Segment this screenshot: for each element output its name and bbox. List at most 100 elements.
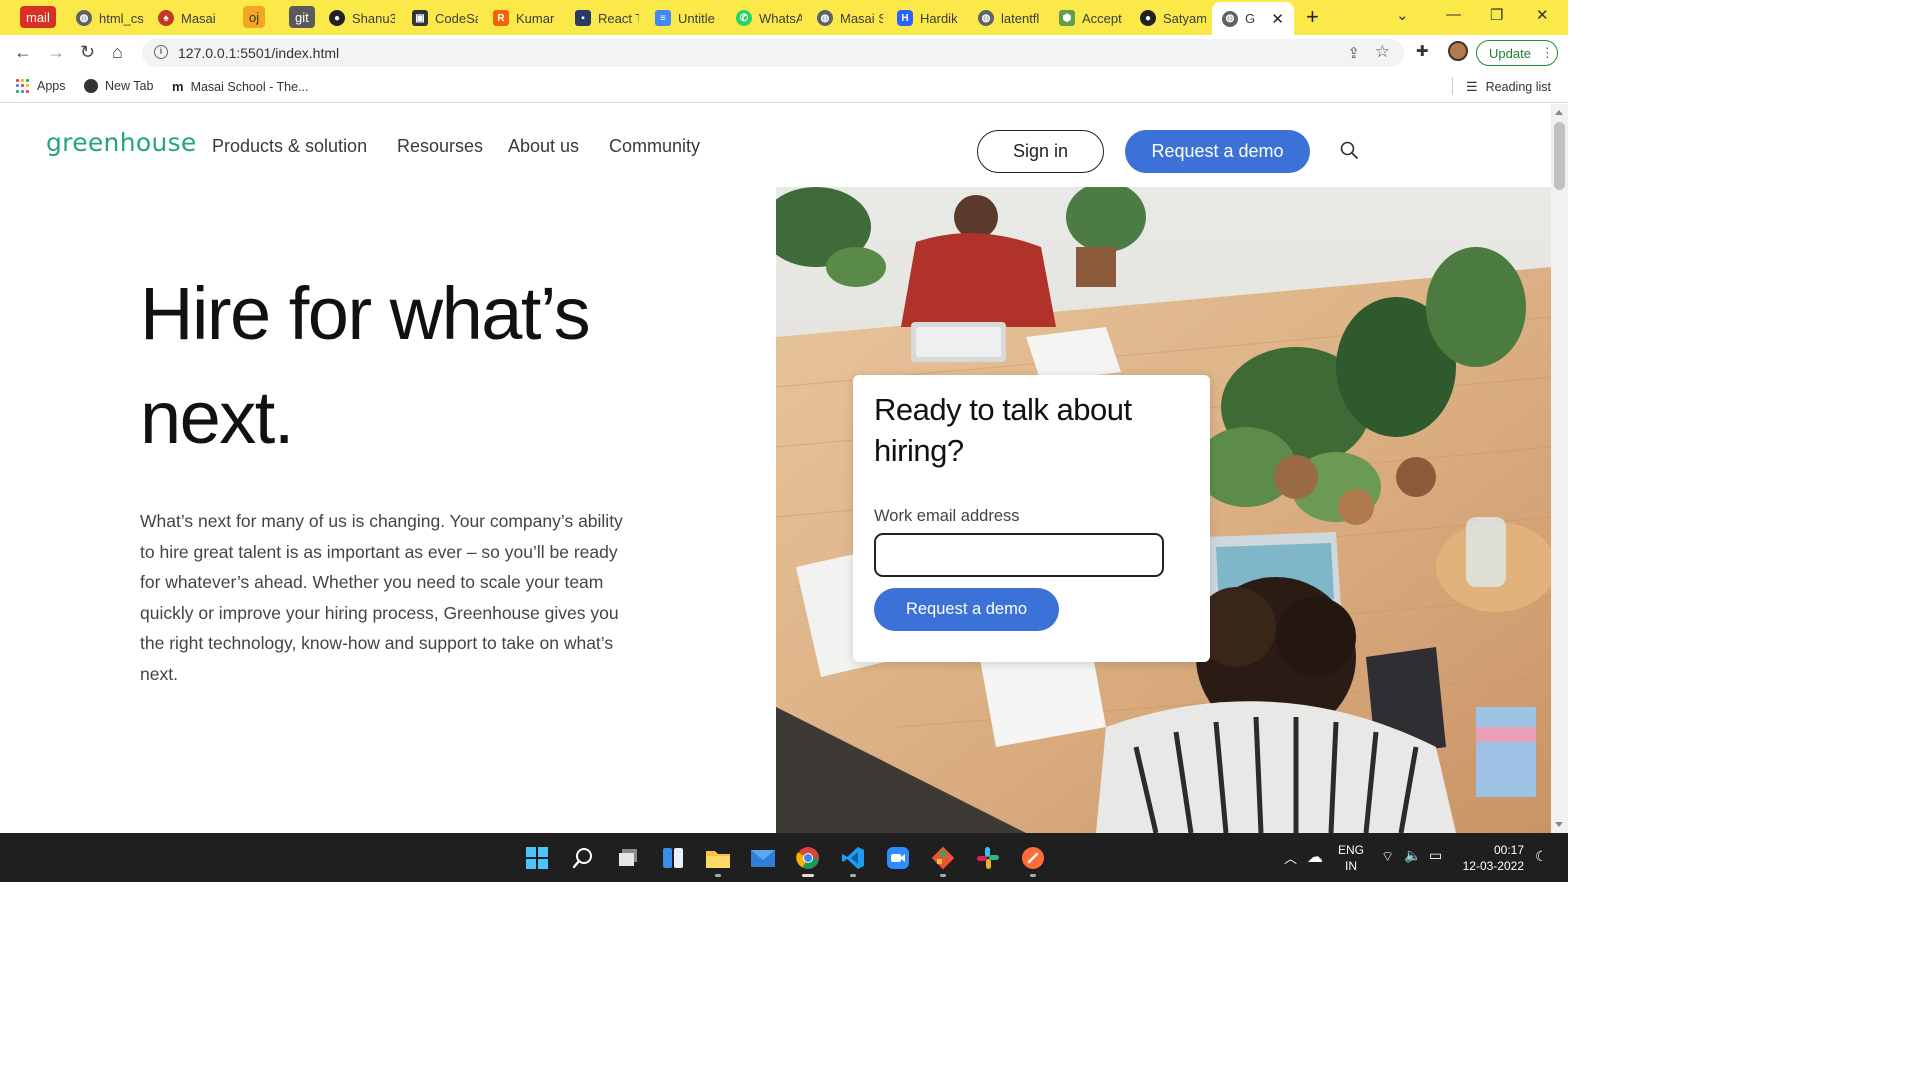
system-clock[interactable]: 00:17 12-03-2022 [1460,842,1524,874]
node-icon: ⬢ [1059,10,1075,26]
home-icon[interactable]: ⌂ [112,42,123,63]
tab-search-chevron-icon[interactable]: ⌄ [1396,6,1409,24]
github-icon: ● [1140,10,1156,26]
running-indicator [1030,874,1036,877]
address-bar[interactable]: i 127.0.0.1:5501/index.html ⇪ ☆ [142,39,1404,67]
card-title: Ready to talk about hiring? [874,392,1132,468]
tab-untitled-doc[interactable]: ≡ Untitle [655,5,719,31]
reading-list[interactable]: ☰ Reading list [1452,77,1551,95]
bookmark-apps[interactable]: Apps [16,79,66,93]
mail-icon[interactable] [750,845,776,871]
globe-icon: ◍ [1222,10,1238,27]
reload-icon[interactable]: ↻ [80,42,95,63]
windows-taskbar: ︿ ☁ ENG IN ⌔ 🔈 ▭ 00:17 12-03-2022 ☾ [0,833,1568,882]
page-scrollbar[interactable] [1551,104,1568,833]
hashnode-icon: H [897,10,913,26]
profile-avatar[interactable] [1448,41,1468,61]
scroll-up-arrow-icon[interactable] [1555,110,1563,115]
minimize-icon[interactable]: — [1446,6,1461,23]
language-indicator[interactable]: ENG IN [1338,842,1364,874]
tab-codesandbox[interactable]: ▣ CodeSa [412,5,478,31]
bookmark-star-icon[interactable]: ☆ [1375,42,1390,62]
tab-mail[interactable]: mail [20,6,56,28]
hero-paragraph: What’s next for many of us is changing. … [140,511,623,684]
scroll-down-arrow-icon[interactable] [1555,822,1563,827]
slack-icon[interactable] [975,845,1001,871]
masai-m-icon: m [172,79,184,94]
share-icon[interactable]: ⇪ [1347,44,1360,62]
tab-whatsapp[interactable]: ✆ WhatsA [736,5,802,31]
tab-hardik[interactable]: H Hardik [897,5,963,31]
back-arrow-icon[interactable]: ← [14,42,32,63]
windows-start-icon[interactable] [524,845,550,871]
tab-html-cs[interactable]: ◍ html_cs [76,5,146,31]
postman-icon[interactable] [1020,845,1046,877]
nav-products[interactable]: Products & solution [212,136,367,157]
nav-resources[interactable]: Resourses [397,136,483,157]
search-icon[interactable] [1340,141,1358,159]
notifications-icon[interactable]: ☾ [1535,848,1548,865]
file-explorer-icon[interactable] [705,845,731,877]
greenhouse-logo[interactable]: greenhouse [46,128,197,157]
tray-chevron-up-icon[interactable]: ︿ [1284,848,1297,867]
scrollbar-thumb[interactable] [1554,122,1565,190]
nav-about-us[interactable]: About us [508,136,579,157]
tab-masai-school[interactable]: ◍ Masai S [817,5,883,31]
task-view-icon[interactable] [615,845,641,871]
new-tab-button[interactable]: + [1306,4,1319,30]
battery-icon[interactable]: ▭ [1429,847,1442,864]
close-window-icon[interactable]: ✕ [1536,6,1549,24]
replit-icon: R [493,10,509,26]
reading-list-icon: ☰ [1466,79,1478,94]
tab-accept[interactable]: ⬢ Accept [1059,5,1125,31]
tab-satyam[interactable]: ● Satyam [1140,5,1206,31]
tab-react[interactable]: ▪ React T [575,5,639,31]
demo-request-card: Ready to talk about hiring? Work email a… [853,375,1210,662]
tab-kumar[interactable]: R Kumar [493,5,557,31]
tab-git[interactable]: git [289,6,315,28]
request-demo-header-button[interactable]: Request a demo [1125,130,1310,173]
bookmarks-bar: Apps New Tab m Masai School - The... ☰ R… [0,71,1568,103]
tab-masai[interactable]: ♠ Masai | [158,5,220,31]
search-icon[interactable] [570,845,596,871]
tab-shanu[interactable]: ● Shanu3 [329,5,395,31]
divider [1452,77,1453,95]
browser-toolbar: ← → ↻ ⌂ i 127.0.0.1:5501/index.html ⇪ ☆ [0,35,1568,71]
browser-tab-strip: mail ◍ html_cs ♠ Masai | oj git ● Shanu3… [0,0,1568,35]
chrome-icon[interactable] [795,845,821,877]
github-icon: ● [329,10,345,26]
volume-icon[interactable]: 🔈 [1404,847,1421,864]
globe-icon: ◍ [978,10,994,26]
globe-icon [84,79,98,93]
tab-active-gre[interactable]: ◍ GRE ✕ [1212,2,1294,35]
nav-community[interactable]: Community [609,136,700,157]
update-button[interactable]: Update ⋮ [1476,40,1558,66]
email-field-label: Work email address [874,507,1020,525]
maximize-icon[interactable]: ❐ [1490,6,1503,24]
active-indicator [802,874,814,877]
wifi-icon[interactable]: ⌔ [1381,848,1394,866]
git-icon[interactable] [930,845,956,877]
zoom-icon[interactable] [885,845,911,871]
globe-icon: ◍ [817,10,833,26]
bookmark-masai-school[interactable]: m Masai School - The... [172,79,308,94]
forward-arrow-icon[interactable]: → [47,42,65,63]
site-info-icon[interactable]: i [154,45,168,59]
url-text[interactable]: 127.0.0.1:5501/index.html [178,45,339,61]
masai-icon: ♠ [158,10,174,26]
more-menu-icon[interactable]: ⋮ [1541,45,1554,61]
onedrive-sync-icon[interactable]: ☁ [1307,847,1323,867]
request-demo-submit-button[interactable]: Request a demo [874,588,1059,631]
widgets-icon[interactable] [660,845,686,871]
sign-in-button[interactable]: Sign in [977,130,1104,173]
running-indicator [850,874,856,877]
hero-title: Hire for what’s next. [140,272,591,459]
work-email-input[interactable] [874,533,1164,577]
extensions-puzzle-icon[interactable]: ✚ [1416,42,1429,60]
running-indicator [715,874,721,877]
close-tab-icon[interactable]: ✕ [1271,10,1284,28]
tab-oj[interactable]: oj [243,6,266,28]
tab-latentflip[interactable]: ◍ latentfl [978,5,1044,31]
vscode-icon[interactable] [840,845,866,877]
bookmark-new-tab[interactable]: New Tab [84,79,153,93]
